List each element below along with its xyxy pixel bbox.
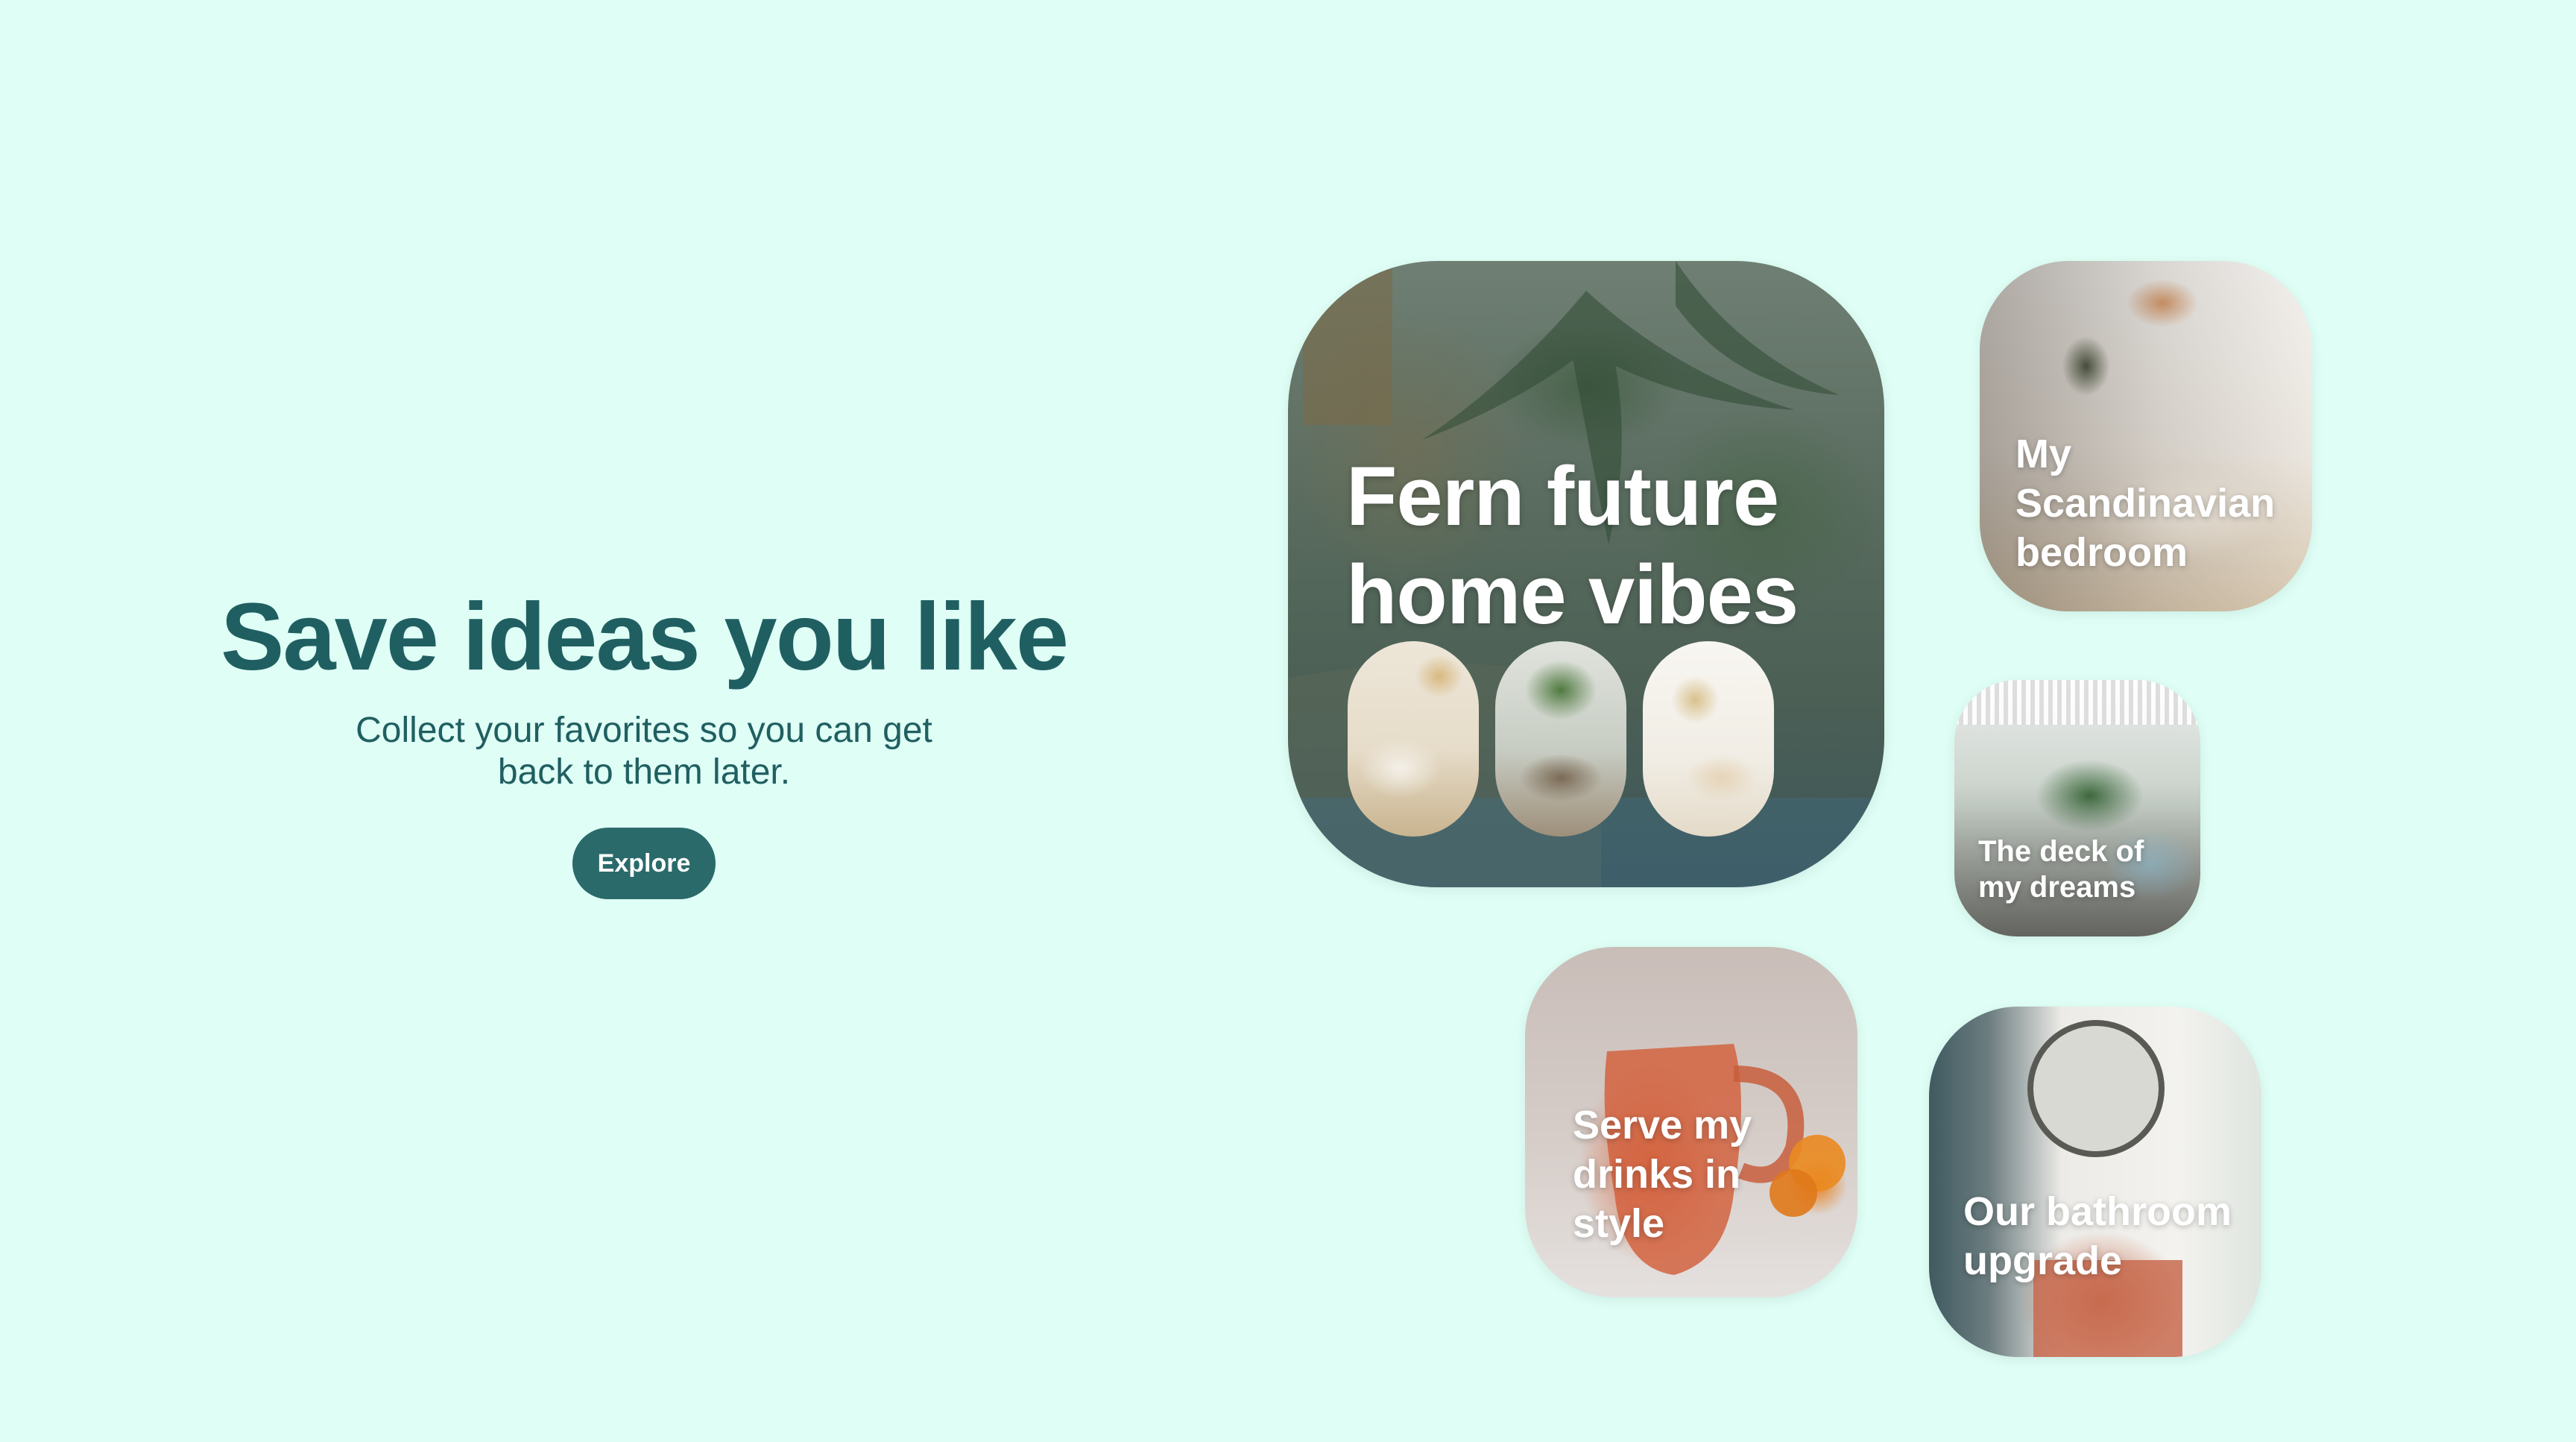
card-title: Our bathroom upgrade: [1963, 1189, 2232, 1283]
board-card-serve-drinks-in-style[interactable]: Serve my drinks in style: [1525, 947, 1857, 1297]
preview-image-living-room: [1495, 641, 1626, 837]
preview-image-bedroom: [1348, 641, 1479, 837]
preview-image-dining: [1643, 641, 1774, 837]
explore-button[interactable]: Explore: [572, 828, 716, 899]
card-title: The deck of my dreams: [1978, 835, 2144, 904]
card-title: My Scandinavian bedroom: [2015, 432, 2276, 575]
page: Save ideas you like Collect your favorit…: [0, 0, 2576, 1442]
card-title: Serve my drinks in style: [1573, 1103, 1752, 1246]
hero-section: Save ideas you like Collect your favorit…: [119, 582, 1169, 899]
preview-image-row: [1348, 641, 1774, 837]
hero-subtitle: Collect your favorites so you can get ba…: [356, 711, 932, 792]
card-title: Fern future home vibes: [1346, 450, 1799, 641]
hero-title: Save ideas you like: [221, 584, 1069, 690]
board-card-bathroom-upgrade[interactable]: Our bathroom upgrade: [1929, 1007, 2261, 1357]
board-card-deck-of-my-dreams[interactable]: The deck of my dreams: [1954, 680, 2200, 936]
bathroom-mirror-image: [2027, 1020, 2182, 1357]
board-card-fern-future-home-vibes[interactable]: Fern future home vibes: [1288, 261, 1884, 887]
board-card-scandinavian-bedroom[interactable]: My Scandinavian bedroom: [1980, 261, 2312, 611]
